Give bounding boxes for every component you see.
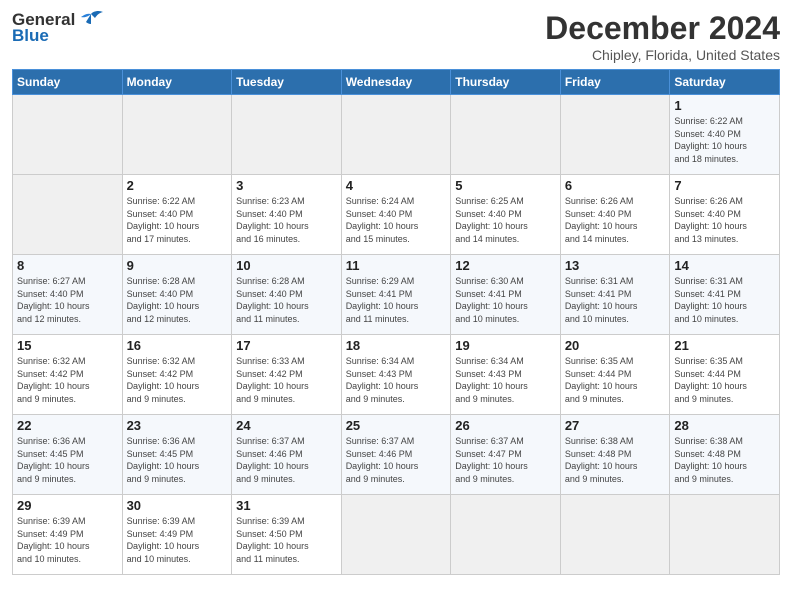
calendar-cell: 12Sunrise: 6:30 AM Sunset: 4:41 PM Dayli… — [451, 255, 561, 335]
calendar-cell: 23Sunrise: 6:36 AM Sunset: 4:45 PM Dayli… — [122, 415, 232, 495]
calendar-header-row: SundayMondayTuesdayWednesdayThursdayFrid… — [13, 70, 780, 95]
calendar-cell: 17Sunrise: 6:33 AM Sunset: 4:42 PM Dayli… — [232, 335, 342, 415]
calendar-cell: 16Sunrise: 6:32 AM Sunset: 4:42 PM Dayli… — [122, 335, 232, 415]
calendar-cell: 10Sunrise: 6:28 AM Sunset: 4:40 PM Dayli… — [232, 255, 342, 335]
calendar-table: SundayMondayTuesdayWednesdayThursdayFrid… — [12, 69, 780, 575]
calendar-cell: 26Sunrise: 6:37 AM Sunset: 4:47 PM Dayli… — [451, 415, 561, 495]
calendar-cell: 31Sunrise: 6:39 AM Sunset: 4:50 PM Dayli… — [232, 495, 342, 575]
header: General Blue December 2024 Chipley, Flor… — [12, 10, 780, 63]
calendar-cell: 11Sunrise: 6:29 AM Sunset: 4:41 PM Dayli… — [341, 255, 451, 335]
calendar-cell: 29Sunrise: 6:39 AM Sunset: 4:49 PM Dayli… — [13, 495, 123, 575]
calendar-cell-empty — [341, 495, 451, 575]
calendar-cell: 8Sunrise: 6:27 AM Sunset: 4:40 PM Daylig… — [13, 255, 123, 335]
calendar-cell-empty — [13, 175, 123, 255]
calendar-week-row: 8Sunrise: 6:27 AM Sunset: 4:40 PM Daylig… — [13, 255, 780, 335]
calendar-cell-empty — [13, 95, 123, 175]
calendar-cell: 28Sunrise: 6:38 AM Sunset: 4:48 PM Dayli… — [670, 415, 780, 495]
calendar-cell: 1Sunrise: 6:22 AM Sunset: 4:40 PM Daylig… — [670, 95, 780, 175]
calendar-cell: 4Sunrise: 6:24 AM Sunset: 4:40 PM Daylig… — [341, 175, 451, 255]
calendar-week-row: 1Sunrise: 6:22 AM Sunset: 4:40 PM Daylig… — [13, 95, 780, 175]
day-of-week-header: Saturday — [670, 70, 780, 95]
day-of-week-header: Friday — [560, 70, 670, 95]
calendar-cell: 5Sunrise: 6:25 AM Sunset: 4:40 PM Daylig… — [451, 175, 561, 255]
calendar-cell: 13Sunrise: 6:31 AM Sunset: 4:41 PM Dayli… — [560, 255, 670, 335]
month-title: December 2024 — [545, 10, 780, 47]
calendar-cell-empty — [451, 495, 561, 575]
calendar-cell: 14Sunrise: 6:31 AM Sunset: 4:41 PM Dayli… — [670, 255, 780, 335]
calendar-cell: 15Sunrise: 6:32 AM Sunset: 4:42 PM Dayli… — [13, 335, 123, 415]
day-of-week-header: Wednesday — [341, 70, 451, 95]
day-of-week-header: Thursday — [451, 70, 561, 95]
calendar-cell-empty — [670, 495, 780, 575]
calendar-cell: 2Sunrise: 6:22 AM Sunset: 4:40 PM Daylig… — [122, 175, 232, 255]
calendar-cell: 30Sunrise: 6:39 AM Sunset: 4:49 PM Dayli… — [122, 495, 232, 575]
calendar-week-row: 2Sunrise: 6:22 AM Sunset: 4:40 PM Daylig… — [13, 175, 780, 255]
day-of-week-header: Sunday — [13, 70, 123, 95]
calendar-cell-empty — [560, 495, 670, 575]
calendar-cell: 18Sunrise: 6:34 AM Sunset: 4:43 PM Dayli… — [341, 335, 451, 415]
calendar-cell-empty — [122, 95, 232, 175]
calendar-cell: 3Sunrise: 6:23 AM Sunset: 4:40 PM Daylig… — [232, 175, 342, 255]
calendar-cell: 25Sunrise: 6:37 AM Sunset: 4:46 PM Dayli… — [341, 415, 451, 495]
location-title: Chipley, Florida, United States — [545, 47, 780, 63]
logo: General Blue — [12, 10, 105, 46]
calendar-cell-empty — [232, 95, 342, 175]
calendar-cell: 6Sunrise: 6:26 AM Sunset: 4:40 PM Daylig… — [560, 175, 670, 255]
calendar-week-row: 15Sunrise: 6:32 AM Sunset: 4:42 PM Dayli… — [13, 335, 780, 415]
logo-blue-text: Blue — [12, 26, 49, 46]
calendar-cell: 9Sunrise: 6:28 AM Sunset: 4:40 PM Daylig… — [122, 255, 232, 335]
calendar-cell: 21Sunrise: 6:35 AM Sunset: 4:44 PM Dayli… — [670, 335, 780, 415]
calendar-cell-empty — [451, 95, 561, 175]
calendar-week-row: 29Sunrise: 6:39 AM Sunset: 4:49 PM Dayli… — [13, 495, 780, 575]
day-of-week-header: Monday — [122, 70, 232, 95]
calendar-cell: 22Sunrise: 6:36 AM Sunset: 4:45 PM Dayli… — [13, 415, 123, 495]
logo-bird-icon — [77, 10, 105, 30]
calendar-cell-empty — [341, 95, 451, 175]
calendar-cell: 24Sunrise: 6:37 AM Sunset: 4:46 PM Dayli… — [232, 415, 342, 495]
day-of-week-header: Tuesday — [232, 70, 342, 95]
calendar-cell: 7Sunrise: 6:26 AM Sunset: 4:40 PM Daylig… — [670, 175, 780, 255]
calendar-week-row: 22Sunrise: 6:36 AM Sunset: 4:45 PM Dayli… — [13, 415, 780, 495]
calendar-cell: 27Sunrise: 6:38 AM Sunset: 4:48 PM Dayli… — [560, 415, 670, 495]
calendar-cell-empty — [560, 95, 670, 175]
title-block: December 2024 Chipley, Florida, United S… — [545, 10, 780, 63]
calendar-cell: 20Sunrise: 6:35 AM Sunset: 4:44 PM Dayli… — [560, 335, 670, 415]
calendar-cell: 19Sunrise: 6:34 AM Sunset: 4:43 PM Dayli… — [451, 335, 561, 415]
